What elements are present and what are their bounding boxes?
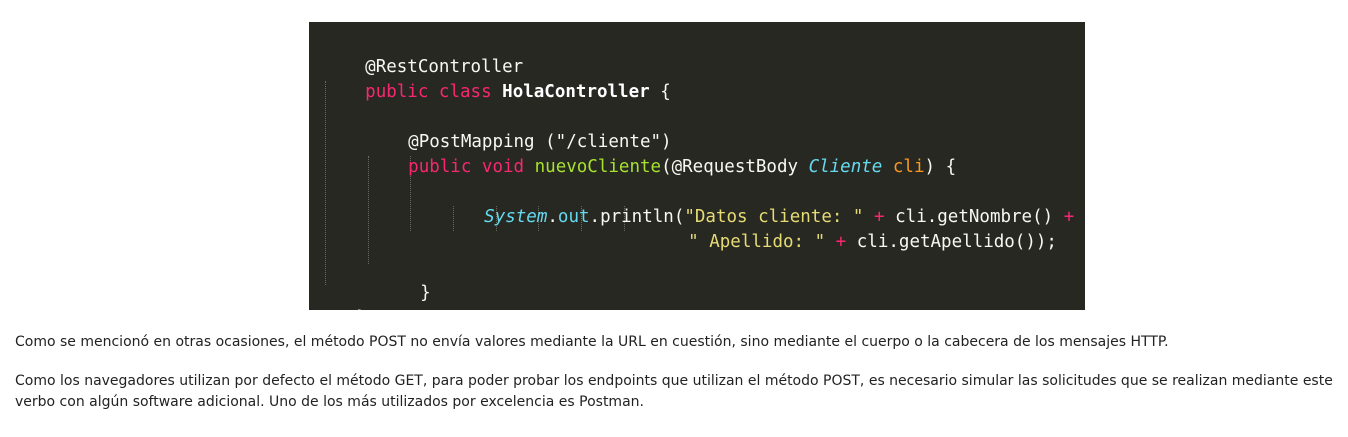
type-token: System xyxy=(484,207,548,227)
code-line-4: @PostMapping ("/cliente") xyxy=(366,105,1085,152)
plain-token: (@RequestBody xyxy=(661,157,809,177)
string-token: " Apellido: " xyxy=(688,232,826,252)
brace-token: { xyxy=(660,82,671,102)
keyword-token: public xyxy=(365,82,429,102)
code-line-5: public void nuevoCliente(@RequestBody Cl… xyxy=(366,130,1085,177)
code-line-2: public class HolaController { xyxy=(323,55,1085,102)
class-name-token: HolaController xyxy=(502,82,650,102)
code-snippet: @RestController public class HolaControl… xyxy=(309,22,1085,310)
keyword-token: public xyxy=(408,157,472,177)
operator-token: + xyxy=(835,232,847,252)
body-paragraph: Como se mencionó en otras ocasiones, el … xyxy=(15,334,1169,350)
plain-token: cli.getApellido()); xyxy=(856,232,1057,252)
plain-token: . xyxy=(547,207,558,227)
plain-token: ) { xyxy=(924,157,957,177)
keyword-token: class xyxy=(438,82,492,102)
field-token: out xyxy=(557,207,590,227)
parameter-token: cli xyxy=(892,157,925,177)
body-paragraph: Como los navegadores utilizan por defect… xyxy=(15,373,1333,410)
method-name-token: nuevoCliente xyxy=(534,157,662,177)
code-line-10: } xyxy=(378,256,1085,303)
brace-token: } xyxy=(356,308,367,310)
code-line-1: @RestController xyxy=(323,30,1085,77)
code-line-11: } xyxy=(314,281,1085,310)
type-token: Cliente xyxy=(808,157,883,177)
code-line-7: System.out.println("Datos cliente: " + c… xyxy=(442,180,1085,227)
code-line-8: " Apellido: " + cli.getApellido()); xyxy=(646,205,1085,252)
keyword-token: void xyxy=(481,157,525,177)
